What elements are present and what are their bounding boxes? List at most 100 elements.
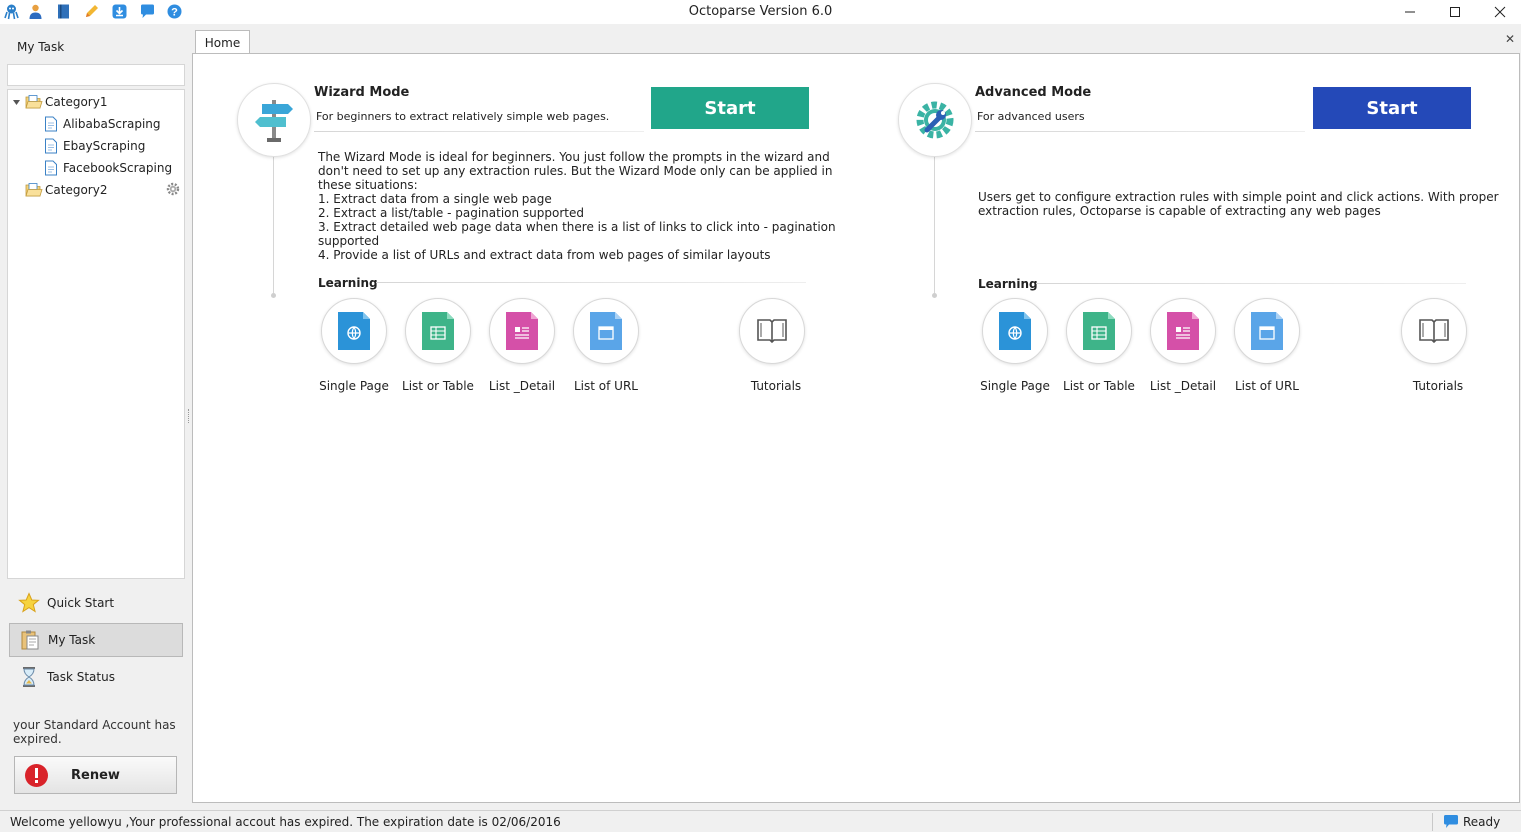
timeline-dot: [932, 293, 937, 298]
window-title: Octoparse Version 6.0: [688, 4, 833, 19]
sidebar: My Task Category1 AlibabaScraping EbaySc…: [0, 24, 192, 810]
task-doc-icon: [45, 116, 57, 132]
desc-line: extraction rules, Octoparse is capable o…: [978, 204, 1381, 218]
gear-icon[interactable]: [165, 181, 181, 200]
divider: [975, 131, 1305, 132]
learn-item-label: List of URL: [1235, 379, 1299, 393]
minimize-icon: [1405, 11, 1415, 13]
open-book-icon: [757, 319, 787, 344]
clipboard-icon: [18, 628, 42, 652]
title-bar: ? Octoparse Version 6.0: [0, 0, 1521, 24]
signpost-icon: [237, 83, 311, 157]
close-icon: ✕: [1504, 32, 1516, 46]
wizard-start-button[interactable]: Start: [651, 87, 809, 129]
maximize-icon: [1450, 7, 1460, 17]
detail-doc-icon: [506, 312, 538, 350]
tree-expand-icon[interactable]: [12, 98, 21, 107]
renew-button[interactable]: Renew: [14, 756, 177, 794]
url-doc-icon: [1251, 312, 1283, 350]
desc-line: Users get to configure extraction rules …: [978, 190, 1499, 204]
divider: [376, 282, 806, 283]
tab-close-button[interactable]: ✕: [1503, 32, 1517, 46]
learn-tutorials-button[interactable]: [1401, 298, 1467, 364]
globe-doc-icon: [338, 312, 370, 350]
nav-label: Task Status: [47, 670, 115, 684]
globe-doc-icon: [999, 312, 1031, 350]
tab-home[interactable]: Home: [195, 30, 250, 54]
learn-item-label: Tutorials: [1412, 379, 1464, 393]
tree-item-label: Category1: [45, 95, 108, 109]
tree-item-ebayscraping[interactable]: EbayScraping: [44, 136, 145, 156]
tree-item-alibabascraping[interactable]: AlibabaScraping: [44, 114, 161, 134]
octoparse-window: ? Octoparse Version 6.0 My Task Category…: [0, 0, 1521, 832]
tree-item-label: AlibabaScraping: [63, 117, 161, 131]
wizard-learning-title: Learning: [318, 276, 378, 290]
task-doc-icon: [45, 160, 57, 176]
star-icon: [17, 591, 41, 615]
tree-item-category1[interactable]: Category1: [12, 92, 107, 112]
table-doc-icon: [422, 312, 454, 350]
learn-list-table-button[interactable]: [405, 298, 471, 364]
tree-item-category2[interactable]: Category2: [25, 180, 107, 200]
table-doc-icon: [1083, 312, 1115, 350]
desc-line: 1. Extract data from a single web page: [318, 192, 552, 206]
learn-list-detail-button[interactable]: [489, 298, 555, 364]
advanced-description: Users get to configure extraction rules …: [978, 190, 1499, 218]
task-tree[interactable]: Category1 AlibabaScraping EbayScraping F…: [7, 89, 185, 579]
desc-line: don't need to set up any extraction rule…: [318, 164, 833, 178]
folder-icon: [25, 183, 43, 197]
tree-item-facebookscraping[interactable]: FacebookScraping: [44, 158, 172, 178]
home-panel: Wizard Mode For beginners to extract rel…: [192, 53, 1520, 803]
desc-line: 4. Provide a list of URLs and extract da…: [318, 248, 771, 262]
desc-line: 2. Extract a list/table - pagination sup…: [318, 206, 584, 220]
maximize-button[interactable]: [1433, 0, 1477, 24]
learn-list-detail-button[interactable]: [1150, 298, 1216, 364]
nav-label: My Task: [48, 633, 96, 647]
open-book-icon: [1419, 319, 1449, 344]
renew-label: Renew: [71, 767, 120, 783]
nav-task-status[interactable]: Task Status: [9, 660, 183, 694]
task-search-input[interactable]: [7, 64, 185, 86]
splitter-handle[interactable]: [188, 409, 190, 423]
gear-wrench-icon: [898, 83, 972, 157]
wizard-mode-subtitle: For beginners to extract relatively simp…: [316, 110, 610, 123]
divider: [314, 131, 644, 132]
minimize-button[interactable]: [1388, 0, 1432, 24]
tree-item-label: FacebookScraping: [63, 161, 173, 175]
learn-list-table-button[interactable]: [1066, 298, 1132, 364]
wizard-mode-title: Wizard Mode: [314, 85, 410, 100]
sidebar-title: My Task: [17, 40, 65, 54]
close-icon: [1494, 6, 1506, 18]
learn-list-url-button[interactable]: [573, 298, 639, 364]
learn-item-label: List of URL: [574, 379, 638, 393]
timeline-line: [273, 156, 274, 294]
advanced-mode-title: Advanced Mode: [975, 85, 1092, 100]
nav-my-task[interactable]: My Task: [9, 623, 183, 657]
learn-tutorials-button[interactable]: [739, 298, 805, 364]
desc-line: 3. Extract detailed web page data when t…: [318, 220, 836, 234]
status-bar: Welcome yellowyu ,Your professional acco…: [0, 810, 1521, 832]
folder-open-icon: [25, 95, 43, 109]
divider: [1036, 283, 1466, 284]
learn-item-label: Tutorials: [750, 379, 802, 393]
close-button[interactable]: [1478, 0, 1521, 24]
status-ready: Ready: [1463, 815, 1501, 829]
start-label: Start: [704, 97, 756, 119]
desc-line: The Wizard Mode is ideal for beginners. …: [318, 150, 830, 164]
status-chat-icon: [1443, 814, 1459, 832]
timeline-line: [934, 156, 935, 294]
url-doc-icon: [590, 312, 622, 350]
learn-list-url-button[interactable]: [1234, 298, 1300, 364]
start-label: Start: [1366, 97, 1418, 119]
advanced-mode-subtitle: For advanced users: [977, 110, 1085, 123]
tree-item-label: EbayScraping: [63, 139, 146, 153]
advanced-start-button[interactable]: Start: [1313, 87, 1471, 129]
nav-quick-start[interactable]: Quick Start: [9, 586, 183, 620]
nav-label: Quick Start: [47, 596, 115, 610]
advanced-learning-title: Learning: [978, 277, 1038, 291]
detail-doc-icon: [1167, 312, 1199, 350]
timeline-dot: [271, 293, 276, 298]
learn-single-page-button[interactable]: [321, 298, 387, 364]
desc-line: supported: [318, 234, 380, 248]
learn-single-page-button[interactable]: [982, 298, 1048, 364]
